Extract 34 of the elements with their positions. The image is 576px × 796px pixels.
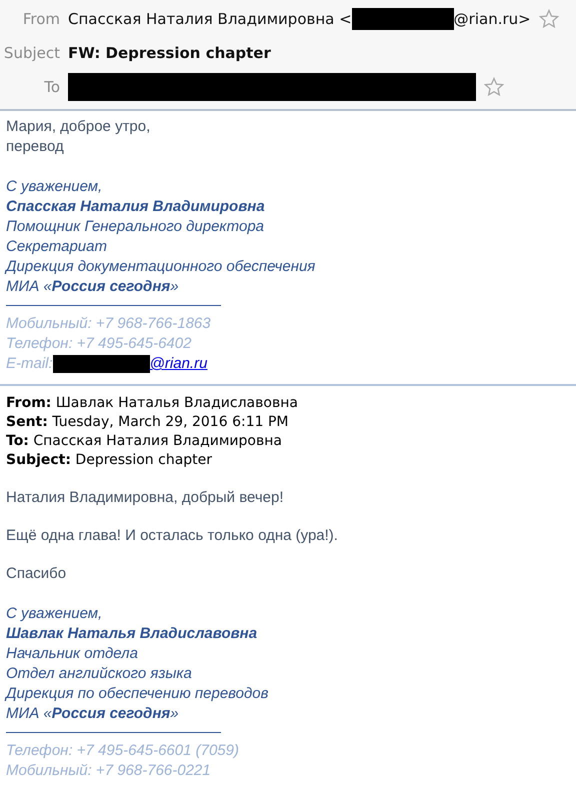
star-icon[interactable] xyxy=(484,77,504,97)
email-link[interactable]: @rian.ru xyxy=(150,354,208,374)
message-paragraph: Ещё одна глава! И осталась только одна (ура!). xyxy=(6,526,339,546)
quoted-header-line: From: Шавлак Наталья Владиславовна xyxy=(6,394,299,413)
quoted-header-line: Subject: Depression chapter xyxy=(6,451,214,470)
star-icon[interactable] xyxy=(538,9,559,29)
signature-line: Секретариат xyxy=(6,237,108,257)
signature-line: Помощник Генерального директора xyxy=(6,217,266,237)
signature-line: МИА «Россия сегодня» xyxy=(6,277,180,297)
signature-line: МИА «Россия сегодня» xyxy=(6,704,180,724)
contact-line: Мобильный: +7 968-766-1863 xyxy=(6,314,212,334)
contact-line: Телефон: +7 495-645-6402 xyxy=(6,334,192,354)
quoted-header-line: Sent: Tuesday, March 29, 2016 6:11 PM xyxy=(6,413,290,432)
message-paragraph: Спасибо xyxy=(6,564,68,584)
signature-line: С уважением, xyxy=(6,177,104,197)
contact-line: Телефон: +7 495-645-6601 (7059) xyxy=(6,741,240,761)
quoted-header-line: To: Спасская Наталия Владимировна xyxy=(6,432,283,451)
signature-line: Дирекция по обеспечению переводов xyxy=(6,684,270,704)
field-label: To xyxy=(43,78,60,96)
message-paragraph: Мария, доброе утро, перевод xyxy=(6,117,152,157)
signature-name: Спасская Наталия Владимировна xyxy=(6,197,266,217)
contact-line: Мобильный: +7 968-766-0221 xyxy=(6,761,212,781)
signature-line: Отдел английского языка xyxy=(6,664,193,684)
sender-address: @rian.ru> xyxy=(454,10,531,28)
field-label: Subject xyxy=(2,44,60,62)
field-label: From xyxy=(22,10,60,28)
signature-name: Шавлак Наталья Владиславовна xyxy=(6,624,258,644)
signature-line: Начальник отдела xyxy=(6,644,139,664)
message-paragraph: Наталия Владимировна, добрый вечер! xyxy=(6,488,285,508)
subject-text: FW: Depression chapter xyxy=(68,44,271,62)
sender-name: Спасская Наталия Владимировна < xyxy=(68,10,352,28)
signature-line: Дирекция документационного обеспечения xyxy=(6,257,316,277)
contact-label: E-mail: xyxy=(6,354,53,374)
signature-line: С уважением, xyxy=(6,604,104,624)
